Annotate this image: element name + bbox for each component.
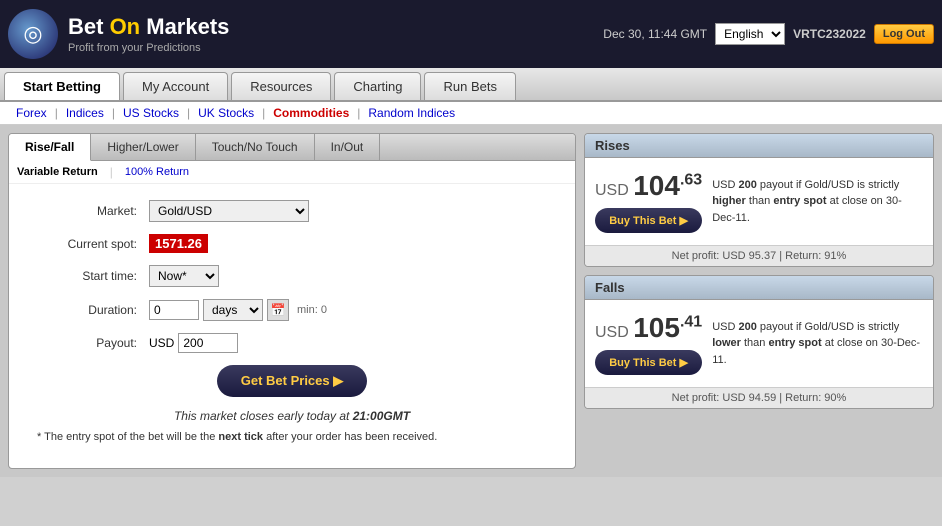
tab-charting[interactable]: Charting (334, 72, 421, 100)
return-tabs: Variable Return | 100% Return (9, 161, 575, 184)
payout-row: Payout: USD (29, 333, 555, 353)
calendar-icon[interactable]: 📅 (267, 299, 289, 321)
duration-input[interactable] (149, 300, 199, 320)
nav-tabs: Start Betting My Account Resources Chart… (0, 68, 942, 102)
falls-sup: .41 (680, 314, 702, 331)
rises-sup: .63 (680, 172, 702, 189)
left-panel: Rise/Fall Higher/Lower Touch/No Touch In… (8, 133, 576, 469)
rises-body: USD 104.63 Buy This Bet ▶ USD 200 payout… (585, 158, 933, 245)
falls-footer: Net profit: USD 94.59 | Return: 90% (585, 387, 933, 408)
subnav-random-indices[interactable]: Random Indices (362, 106, 461, 120)
start-select[interactable]: Now* (149, 265, 219, 287)
spot-control: 1571.26 (149, 234, 208, 253)
falls-box: Falls USD 105.41 Buy This Bet ▶ USD 200 … (584, 275, 934, 409)
rises-main: 104 (633, 170, 680, 201)
subnav-forex[interactable]: Forex (10, 106, 53, 120)
return-tab-variable[interactable]: Variable Return (17, 166, 98, 178)
falls-description: USD 200 payout if Gold/USD is strictly l… (712, 319, 923, 369)
market-label: Market: (29, 204, 149, 218)
tab-my-account[interactable]: My Account (123, 72, 228, 100)
start-label: Start time: (29, 269, 149, 283)
duration-row: Duration: days 📅 min: 0 (29, 299, 555, 321)
start-row: Start time: Now* (29, 265, 555, 287)
payout-currency: USD (149, 336, 174, 350)
payout-control: USD (149, 333, 238, 353)
tab-start-betting[interactable]: Start Betting (4, 72, 120, 100)
return-tab-100[interactable]: 100% Return (125, 166, 189, 178)
logout-button[interactable]: Log Out (874, 24, 934, 44)
right-panel: Rises USD 104.63 Buy This Bet ▶ USD 200 … (584, 133, 934, 469)
tab-run-bets[interactable]: Run Bets (424, 72, 515, 100)
falls-amount: USD 105.41 (595, 312, 702, 344)
bet-form: Market: Gold/USD Current spot: 1571.26 S… (9, 184, 575, 468)
falls-currency: USD (595, 324, 633, 341)
subnav-uk-stocks[interactable]: UK Stocks (192, 106, 260, 120)
start-control: Now* (149, 265, 219, 287)
payout-label: Payout: (29, 336, 149, 350)
logo-icon: ◎ (8, 9, 58, 59)
bet-tab-rise-fall[interactable]: Rise/Fall (9, 134, 91, 161)
rises-amount-buy: USD 104.63 Buy This Bet ▶ (595, 170, 702, 233)
bet-tabs: Rise/Fall Higher/Lower Touch/No Touch In… (9, 134, 575, 161)
bet-tab-touch-no-touch[interactable]: Touch/No Touch (196, 134, 315, 160)
falls-amount-buy: USD 105.41 Buy This Bet ▶ (595, 312, 702, 375)
spot-value: 1571.26 (149, 234, 208, 253)
bet-tab-in-out[interactable]: In/Out (315, 134, 381, 160)
subnav-us-stocks[interactable]: US Stocks (117, 106, 185, 120)
tagline: Profit from your Predictions (68, 41, 229, 55)
duration-control: days 📅 min: 0 (149, 299, 327, 321)
subnav-commodities[interactable]: Commodities (267, 106, 355, 120)
rises-currency: USD (595, 182, 633, 199)
spot-label: Current spot: (29, 237, 149, 251)
payout-input[interactable] (178, 333, 238, 353)
falls-body: USD 105.41 Buy This Bet ▶ USD 200 payout… (585, 300, 933, 387)
close-notice: This market closes early today at 21:00G… (29, 409, 555, 423)
rises-description: USD 200 payout if Gold/USD is strictly h… (712, 177, 923, 227)
entry-note: * The entry spot of the bet will be the … (37, 429, 547, 446)
duration-label: Duration: (29, 303, 149, 317)
bet-tab-higher-lower[interactable]: Higher/Lower (91, 134, 195, 160)
top-bar: ◎ Bet On Markets Profit from your Predic… (0, 0, 942, 68)
rises-amount: USD 104.63 (595, 170, 702, 202)
market-control: Gold/USD (149, 200, 309, 222)
rises-footer: Net profit: USD 95.37 | Return: 91% (585, 245, 933, 266)
logo-text: Bet On Markets Profit from your Predicti… (68, 13, 229, 56)
market-row: Market: Gold/USD (29, 200, 555, 222)
falls-buy-button[interactable]: Buy This Bet ▶ (595, 350, 702, 375)
brand-post: Markets (140, 14, 229, 39)
get-bet-prices-button[interactable]: Get Bet Prices ▶ (217, 365, 367, 397)
brand-name: Bet On Markets (68, 13, 229, 42)
brand-pre: Bet (68, 14, 110, 39)
logo-area: ◎ Bet On Markets Profit from your Predic… (8, 9, 229, 59)
tab-resources[interactable]: Resources (231, 72, 331, 100)
spot-row: Current spot: 1571.26 (29, 234, 555, 253)
subnav-indices[interactable]: Indices (60, 106, 110, 120)
top-right: Dec 30, 11:44 GMT English VRTC232022 Log… (603, 23, 934, 45)
rises-header: Rises (585, 134, 933, 158)
min-text: min: 0 (297, 304, 327, 316)
rises-box: Rises USD 104.63 Buy This Bet ▶ USD 200 … (584, 133, 934, 267)
username: VRTC232022 (793, 27, 866, 41)
brand-on: On (110, 14, 141, 39)
falls-header: Falls (585, 276, 933, 300)
main-content: Rise/Fall Higher/Lower Touch/No Touch In… (0, 125, 942, 477)
datetime: Dec 30, 11:44 GMT (603, 27, 707, 41)
market-select[interactable]: Gold/USD (149, 200, 309, 222)
rises-buy-button[interactable]: Buy This Bet ▶ (595, 208, 702, 233)
falls-main: 105 (633, 312, 680, 343)
sub-nav: Forex | Indices | US Stocks | UK Stocks … (0, 102, 942, 125)
days-select[interactable]: days (203, 299, 263, 321)
language-select[interactable]: English (715, 23, 785, 45)
